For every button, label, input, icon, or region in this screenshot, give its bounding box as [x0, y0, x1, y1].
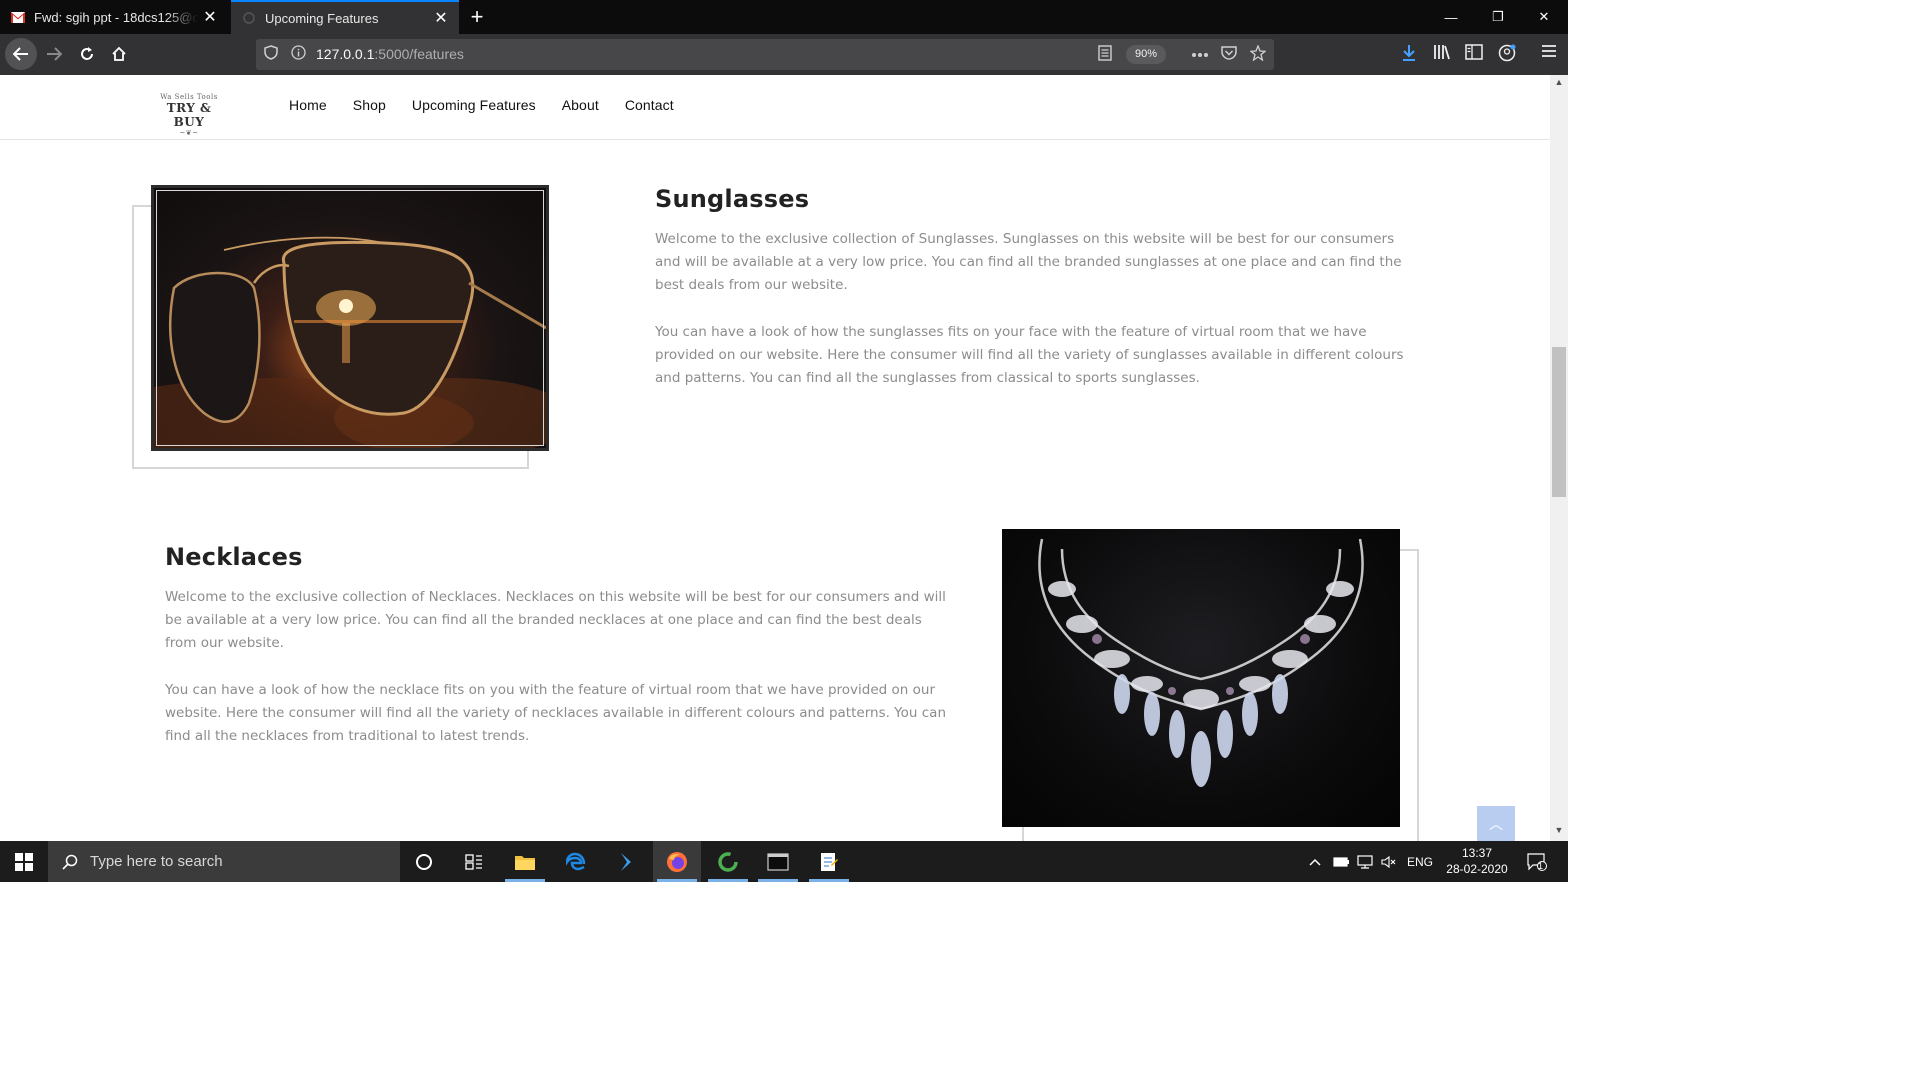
new-tab-button[interactable]: + [466, 4, 488, 30]
url-text: 127.0.0.1:5000/features [316, 46, 464, 62]
library-icon[interactable] [1431, 44, 1453, 66]
close-tab-icon[interactable]: ✕ [198, 7, 222, 27]
logo-flourish-icon: ~❦~ [179, 129, 199, 137]
battery-icon[interactable] [1330, 841, 1352, 882]
more-actions-icon[interactable] [1191, 45, 1209, 61]
sunglasses-image [151, 185, 549, 451]
page-scrollbar[interactable]: ▲ ▼ [1550, 75, 1568, 841]
necklaces-virtual-room-text: You can have a look of how the necklace … [165, 682, 946, 744]
nav-upcoming-features[interactable]: Upcoming Features [412, 97, 536, 113]
nav-home[interactable]: Home [289, 97, 327, 113]
nav-shop[interactable]: Shop [353, 97, 386, 113]
nav-about[interactable]: About [562, 97, 599, 113]
tab-title: Fwd: sgih ppt - 18dcs125@char [34, 9, 198, 25]
necklaces-intro-text: Welcome to the exclusive collection of N… [165, 589, 946, 651]
taskbar-clock[interactable]: 13:37 28-02-2020 [1442, 845, 1512, 877]
info-icon[interactable] [291, 45, 306, 63]
cortana-icon[interactable] [400, 841, 448, 882]
pocket-icon[interactable] [1221, 45, 1237, 63]
back-to-top-button[interactable]: ︿ [1477, 806, 1515, 841]
visual-studio-icon[interactable] [602, 841, 650, 882]
download-icon[interactable] [1398, 44, 1420, 66]
notepad-icon[interactable] [805, 841, 853, 882]
bookmark-star-icon[interactable] [1249, 44, 1267, 64]
nav-contact[interactable]: Contact [625, 97, 674, 113]
loading-app-icon[interactable] [704, 841, 752, 882]
language-indicator[interactable]: ENG [1404, 841, 1436, 882]
firefox-icon[interactable] [653, 841, 701, 882]
task-view-icon[interactable] [450, 841, 498, 882]
notification-center-icon[interactable]: 1 [1522, 841, 1552, 882]
zoom-level-button[interactable]: 90% [1126, 45, 1166, 64]
taskbar-search-box[interactable]: Type here to search [48, 841, 400, 882]
sunglasses-virtual-room-text: You can have a look of how the sunglasse… [655, 324, 1404, 386]
taskbar-search-placeholder: Type here to search [90, 853, 223, 870]
volume-muted-icon[interactable] [1378, 841, 1400, 882]
logo-ornament: Wa Sells Tools [160, 93, 218, 101]
edge-browser-icon[interactable] [552, 841, 600, 882]
page-icon [241, 10, 257, 26]
gmail-icon [10, 9, 26, 25]
site-logo[interactable]: Wa Sells Tools TRY & BUY ~❦~ [150, 93, 228, 137]
reload-icon[interactable] [72, 39, 102, 69]
network-icon[interactable] [1354, 841, 1376, 882]
account-icon[interactable] [1496, 44, 1518, 66]
nav-toolbar: 127.0.0.1:5000/features 90% [0, 34, 1568, 75]
sunglasses-title: Sunglasses [655, 185, 810, 213]
tab-strip: Fwd: sgih ppt - 18dcs125@char ✕ Upcoming… [0, 0, 1568, 34]
page-viewport: Wa Sells Tools TRY & BUY ~❦~ Home Shop U… [0, 75, 1550, 841]
windows-taskbar: Type here to search ENG 13:37 28-02-2020 [0, 841, 1568, 882]
tab-gmail[interactable]: Fwd: sgih ppt - 18dcs125@char ✕ [0, 0, 228, 34]
terminal-icon[interactable] [754, 841, 802, 882]
minimize-button[interactable]: — [1428, 0, 1474, 34]
clock-date: 28-02-2020 [1446, 862, 1508, 876]
clock-time: 13:37 [1461, 846, 1493, 860]
main-nav: Home Shop Upcoming Features About Contac… [289, 97, 674, 113]
necklaces-title: Necklaces [165, 543, 303, 571]
restore-button[interactable]: ❐ [1475, 0, 1521, 34]
menu-icon[interactable] [1538, 44, 1560, 66]
windows-start-icon[interactable] [0, 841, 48, 882]
show-hidden-icons-icon[interactable] [1304, 841, 1326, 882]
tab-title: Upcoming Features [265, 10, 379, 26]
necklace-image [1002, 529, 1400, 827]
sidebar-icon[interactable] [1463, 44, 1485, 66]
scrollbar-thumb[interactable] [1552, 347, 1566, 497]
scroll-down-icon[interactable]: ▼ [1550, 825, 1568, 839]
back-button[interactable] [5, 38, 37, 70]
search-icon [62, 854, 78, 870]
file-explorer-icon[interactable] [501, 841, 549, 882]
shield-icon[interactable] [264, 45, 278, 63]
close-window-button[interactable]: ✕ [1521, 0, 1567, 34]
address-bar[interactable]: 127.0.0.1:5000/features 90% [256, 39, 1274, 70]
logo-text: TRY & BUY [166, 101, 212, 129]
site-header: Wa Sells Tools TRY & BUY ~❦~ Home Shop U… [0, 75, 1550, 140]
scroll-up-icon[interactable]: ▲ [1550, 77, 1568, 91]
tab-upcoming-features[interactable]: Upcoming Features ✕ [231, 0, 459, 34]
sunglasses-intro-text: Welcome to the exclusive collection of S… [655, 231, 1402, 293]
reader-view-icon[interactable] [1098, 45, 1112, 64]
forward-button[interactable] [39, 39, 69, 69]
home-icon[interactable] [104, 39, 134, 69]
close-tab-icon[interactable]: ✕ [429, 8, 453, 28]
notification-count: 1 [1538, 861, 1544, 871]
